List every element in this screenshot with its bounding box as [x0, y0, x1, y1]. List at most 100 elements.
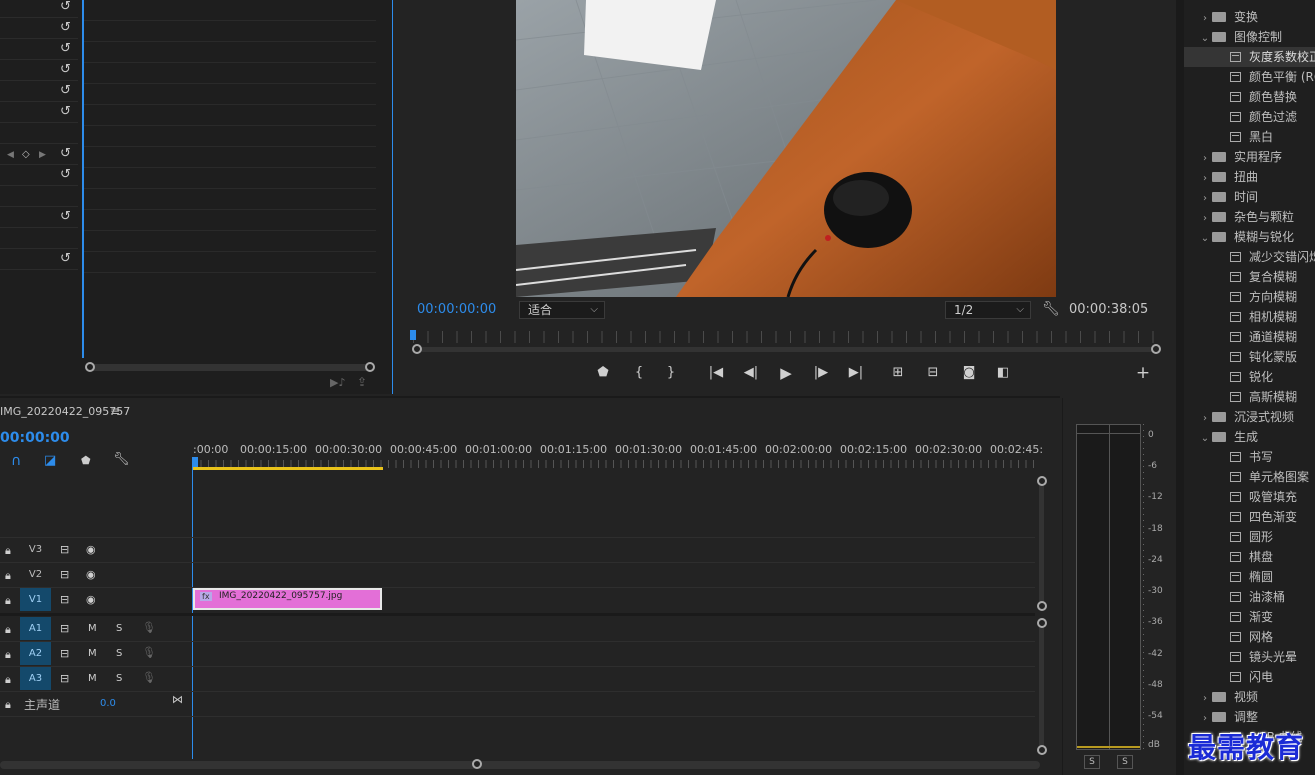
resolution-select[interactable]: 1/2 ⌵ — [945, 301, 1031, 319]
track-label-a2[interactable]: A2 — [20, 642, 51, 665]
extract-icon[interactable]: ⊟ — [923, 364, 943, 382]
compare-icon[interactable]: ◧ — [993, 364, 1013, 382]
chevron-right-icon[interactable]: › — [1198, 169, 1212, 187]
effects-item[interactable]: 网格 — [1184, 627, 1315, 647]
chevron-right-icon[interactable]: › — [1198, 9, 1212, 27]
effects-item[interactable]: 椭圆 — [1184, 567, 1315, 587]
lift-icon[interactable]: ⊞ — [888, 364, 908, 382]
export-icon[interactable]: ⇪ — [357, 375, 367, 389]
chevron-right-icon[interactable]: › — [1198, 689, 1212, 707]
chevron-right-icon[interactable]: › — [1198, 189, 1212, 207]
audio-tracks-scrollbar[interactable] — [1039, 624, 1044, 748]
lock-icon[interactable]: 🔒︎ — [5, 648, 11, 662]
zoom-handle-right[interactable] — [1151, 344, 1161, 354]
scroll-handle[interactable] — [1037, 618, 1047, 628]
program-zoom-scrollbar[interactable] — [420, 347, 1154, 352]
go-to-edit-icon[interactable]: ⋈ — [172, 693, 183, 706]
timeline-settings-icon[interactable]: 🔧︎ — [113, 452, 130, 467]
effects-folder[interactable]: › 杂色与颗粒 — [1184, 207, 1315, 227]
effects-item[interactable]: 圆形 — [1184, 527, 1315, 547]
scroll-handle[interactable] — [472, 759, 482, 769]
lock-icon[interactable]: 🔒︎ — [5, 569, 11, 583]
solo-right-button[interactable]: S — [1117, 755, 1133, 769]
lock-icon[interactable]: 🔒︎ — [5, 698, 11, 712]
sync-lock-icon[interactable]: ⊟ — [60, 672, 69, 685]
effects-item[interactable]: 四色渐变 — [1184, 507, 1315, 527]
timeline-timecode[interactable]: 00:00:00 — [0, 430, 70, 446]
filter-audio-icon[interactable]: ▶♪ — [330, 376, 345, 389]
effects-item[interactable]: 相机模糊 — [1184, 307, 1315, 327]
effects-folder[interactable]: › 沉浸式视频 — [1184, 407, 1315, 427]
add-button-icon[interactable]: + — [1133, 364, 1153, 382]
effects-item[interactable]: 灰度系数校正 — [1184, 47, 1315, 67]
track-label-v2[interactable]: V2 — [20, 563, 51, 586]
mute-button[interactable]: M — [88, 623, 97, 634]
effects-folder[interactable]: ⌄ 生成 — [1184, 427, 1315, 447]
reset-icon[interactable]: ↺ — [60, 0, 74, 14]
effects-item[interactable]: 油漆桶 — [1184, 587, 1315, 607]
go-to-out-icon[interactable]: ▶| — [846, 364, 866, 382]
video-tracks-scrollbar[interactable] — [1039, 482, 1044, 606]
effects-folder[interactable]: › 时间 — [1184, 187, 1315, 207]
eye-icon[interactable]: ◉ — [86, 543, 96, 556]
sync-lock-icon[interactable]: ⊟ — [60, 568, 69, 581]
lock-icon[interactable]: 🔒︎ — [5, 623, 11, 637]
add-marker-icon[interactable]: ⬟ — [593, 364, 613, 382]
effects-item[interactable]: 吸管填充 — [1184, 487, 1315, 507]
chevron-right-icon[interactable]: › — [1198, 709, 1212, 727]
effects-item[interactable]: 渐变 — [1184, 607, 1315, 627]
effects-item[interactable]: 高斯模糊 — [1184, 387, 1315, 407]
chevron-down-icon[interactable]: ⌄ — [1198, 429, 1212, 447]
effects-folder[interactable]: › 扭曲 — [1184, 167, 1315, 187]
microphone-icon[interactable]: 🎙︎ — [142, 646, 156, 659]
reset-icon[interactable]: ↺ — [60, 168, 74, 182]
effects-item[interactable]: 颜色替换 — [1184, 87, 1315, 107]
lock-icon[interactable]: 🔒︎ — [5, 544, 11, 558]
reset-icon[interactable]: ↺ — [60, 105, 74, 119]
scroll-handle-right[interactable] — [365, 362, 375, 372]
reset-icon[interactable]: ↺ — [60, 63, 74, 77]
zoom-handle-left[interactable] — [412, 344, 422, 354]
lock-icon[interactable]: 🔒︎ — [5, 594, 11, 608]
scroll-handle-left[interactable] — [85, 362, 95, 372]
timeline-clip[interactable]: fx IMG_20220422_095757.jpg — [193, 588, 382, 610]
effects-item[interactable]: 黑白 — [1184, 127, 1315, 147]
reset-icon[interactable]: ↺ — [60, 210, 74, 224]
microphone-icon[interactable]: 🎙︎ — [142, 621, 156, 634]
mark-in-icon[interactable]: { — [629, 364, 649, 382]
program-current-timecode[interactable]: 00:00:00:00 — [417, 302, 496, 317]
fit-select[interactable]: 适合 ⌵ — [519, 301, 605, 319]
eye-icon[interactable]: ◉ — [86, 593, 96, 606]
sync-lock-icon[interactable]: ⊟ — [60, 593, 69, 606]
camera-icon[interactable]: ◙ — [959, 364, 979, 382]
ec-horizontal-scrollbar[interactable] — [88, 364, 372, 371]
wrench-icon[interactable]: 🔧︎ — [1042, 301, 1060, 317]
add-marker-icon[interactable]: ⬟ — [81, 454, 91, 467]
effects-folder[interactable]: › 调整 — [1184, 707, 1315, 727]
track-label-v3[interactable]: V3 — [20, 538, 51, 561]
effects-folder[interactable]: › 实用程序 — [1184, 147, 1315, 167]
effects-item[interactable]: 闪电 — [1184, 667, 1315, 687]
effects-item[interactable]: 锐化 — [1184, 367, 1315, 387]
chevron-right-icon[interactable]: › — [1198, 209, 1212, 227]
timeline-horizontal-scrollbar[interactable] — [0, 761, 1040, 769]
next-keyframe-icon[interactable]: ▶ — [39, 150, 46, 160]
chevron-down-icon[interactable]: ⌄ — [1198, 29, 1212, 47]
mark-out-icon[interactable]: } — [661, 364, 681, 382]
effects-folder[interactable]: ⌄ 图像控制 — [1184, 27, 1315, 47]
mute-button[interactable]: M — [88, 648, 97, 659]
timeline-playhead[interactable] — [192, 457, 198, 467]
chevron-right-icon[interactable]: › — [1198, 409, 1212, 427]
track-label-v1[interactable]: V1 — [20, 588, 51, 611]
play-icon[interactable]: ▶ — [776, 364, 796, 382]
microphone-icon[interactable]: 🎙︎ — [142, 671, 156, 684]
sync-lock-icon[interactable]: ⊟ — [60, 543, 69, 556]
work-area-bar[interactable] — [193, 467, 383, 470]
effects-item[interactable]: 减少交错闪烁 — [1184, 247, 1315, 267]
snap-icon[interactable]: ∩ — [11, 453, 21, 469]
effects-folder[interactable]: ⌄ 模糊与锐化 — [1184, 227, 1315, 247]
program-playhead[interactable] — [410, 330, 416, 340]
reset-icon[interactable]: ↺ — [60, 21, 74, 35]
eye-icon[interactable]: ◉ — [86, 568, 96, 581]
effects-item[interactable]: 通道模糊 — [1184, 327, 1315, 347]
